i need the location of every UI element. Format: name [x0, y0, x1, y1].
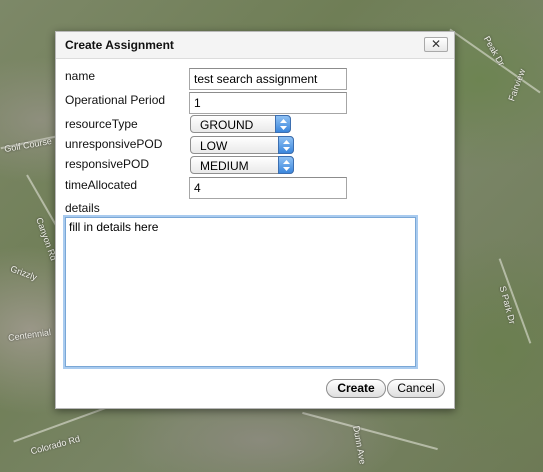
operational-period-label: Operational Period	[65, 93, 166, 107]
responsive-pod-select[interactable]: MEDIUM	[190, 156, 294, 174]
responsive-pod-value: MEDIUM	[200, 159, 249, 173]
name-input[interactable]	[189, 68, 347, 90]
map-label: Colorado Rd	[29, 433, 81, 457]
name-label: name	[65, 69, 96, 83]
select-arrows-icon	[275, 115, 291, 133]
create-button[interactable]: Create	[326, 379, 386, 398]
map-label: Centennial	[7, 327, 52, 343]
unresponsive-pod-label: unresponsivePOD	[65, 137, 163, 151]
close-button[interactable]: ✕	[424, 37, 448, 52]
resource-type-select[interactable]: GROUND	[190, 115, 291, 133]
select-arrows-icon	[278, 156, 294, 174]
responsive-pod-label: responsivePOD	[65, 157, 150, 171]
dialog-title: Create Assignment	[65, 38, 174, 52]
details-label: details	[65, 201, 100, 215]
unresponsive-pod-select[interactable]: LOW	[190, 136, 294, 154]
map-label: Golf Course	[3, 135, 53, 155]
map-label: Peak Dr	[481, 34, 507, 68]
time-allocated-label: timeAllocated	[65, 178, 138, 192]
select-arrows-icon	[278, 136, 294, 154]
operational-period-input[interactable]	[189, 92, 347, 114]
cancel-button[interactable]: Cancel	[387, 379, 445, 398]
map-label: Grizzly	[9, 263, 39, 283]
close-icon: ✕	[430, 37, 442, 51]
map-road	[302, 411, 438, 451]
resource-type-value: GROUND	[200, 118, 254, 132]
unresponsive-pod-value: LOW	[200, 139, 228, 153]
resource-type-label: resourceType	[65, 117, 138, 131]
time-allocated-input[interactable]	[189, 177, 347, 199]
create-assignment-dialog: Create Assignment ✕ name Operational Per…	[55, 31, 455, 409]
dialog-titlebar[interactable]: Create Assignment ✕	[56, 32, 454, 59]
details-textarea[interactable]: fill in details here	[65, 217, 416, 367]
